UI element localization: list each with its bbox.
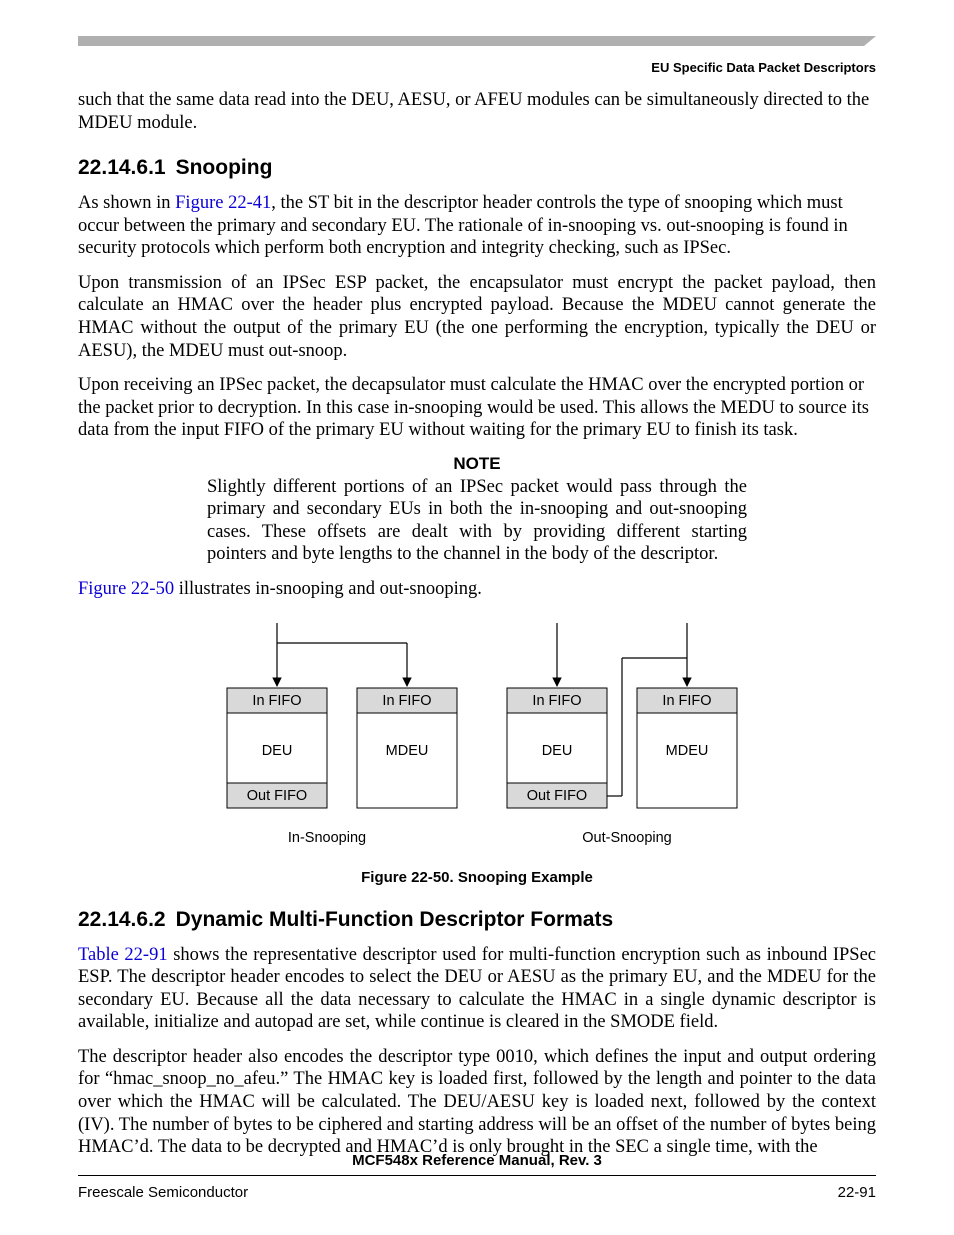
footer-title: MCF548x Reference Manual, Rev. 3	[78, 1152, 876, 1169]
note-body: Slightly different portions of an IPSec …	[207, 476, 747, 566]
mdeu-label: MDEU	[386, 742, 429, 758]
snooping-p2: Upon transmission of an IPSec ESP packet…	[78, 272, 876, 362]
footer-right: 22-91	[838, 1184, 876, 1201]
figure-snooping-example: In FIFO DEU Out FIFO In FIFO MDEU In-Sno…	[78, 613, 876, 863]
snooping-p4: Figure 22-50 illustrates in-snooping and…	[78, 578, 876, 601]
deu-label: DEU	[542, 742, 573, 758]
footer-left: Freescale Semiconductor	[78, 1184, 248, 1201]
out-fifo-label: Out FIFO	[527, 787, 587, 803]
mdeu-label: MDEU	[666, 742, 709, 758]
dynamic-p1: Table 22-91 shows the representative des…	[78, 944, 876, 1034]
snooping-p3: Upon receiving an IPSec packet, the deca…	[78, 374, 876, 442]
section-heading-snooping: 22.14.6.1 Snooping	[78, 156, 876, 180]
section-number: 22.14.6.1	[78, 156, 166, 179]
snooping-p1: As shown in Figure 22-41, the ST bit in …	[78, 192, 876, 260]
header-rule	[78, 36, 876, 46]
figure-caption: Figure 22-50. Snooping Example	[78, 869, 876, 886]
section-title: Snooping	[176, 156, 273, 179]
section-title: Dynamic Multi-Function Descriptor Format…	[176, 908, 614, 931]
in-fifo-label: In FIFO	[252, 692, 301, 708]
section-number: 22.14.6.2	[78, 908, 166, 931]
in-fifo-label: In FIFO	[382, 692, 431, 708]
out-snooping-label: Out-Snooping	[582, 829, 671, 845]
in-fifo-label: In FIFO	[662, 692, 711, 708]
out-fifo-label: Out FIFO	[247, 787, 307, 803]
intro-paragraph: such that the same data read into the DE…	[78, 89, 876, 134]
running-header: EU Specific Data Packet Descriptors	[78, 60, 876, 75]
dynamic-p2: The descriptor header also encodes the d…	[78, 1046, 876, 1159]
page-footer: MCF548x Reference Manual, Rev. 3 Freesca…	[78, 1152, 876, 1201]
in-snooping-label: In-Snooping	[288, 829, 366, 845]
in-fifo-label: In FIFO	[532, 692, 581, 708]
figure-xref[interactable]: Figure 22-50	[78, 579, 174, 599]
note-label: NOTE	[78, 454, 876, 474]
table-xref[interactable]: Table 22-91	[78, 945, 168, 965]
deu-label: DEU	[262, 742, 293, 758]
section-heading-dynamic: 22.14.6.2 Dynamic Multi-Function Descript…	[78, 908, 876, 932]
figure-xref[interactable]: Figure 22-41	[175, 193, 271, 213]
